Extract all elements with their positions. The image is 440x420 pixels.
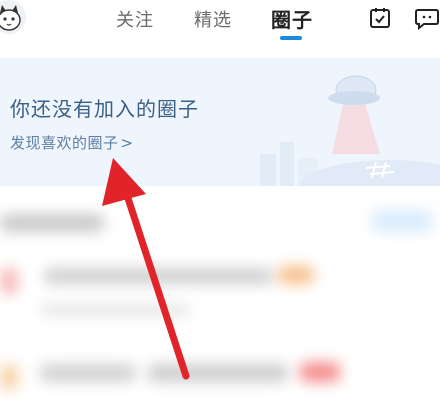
discover-circles-link-label: 发现喜欢的圈子 bbox=[10, 134, 119, 152]
banner-title: 你还没有加入的圈子 bbox=[10, 97, 199, 121]
blurred-line bbox=[148, 364, 288, 382]
blurred-feed bbox=[0, 186, 440, 420]
cat-avatar-icon[interactable] bbox=[0, 0, 26, 34]
blurred-thumb bbox=[0, 364, 18, 390]
discover-circles-link[interactable]: 发现喜欢的圈子 > bbox=[10, 132, 134, 153]
tab-circles[interactable]: 圈子 bbox=[271, 4, 313, 33]
top-nav-bar: 关注 精选 圈子 bbox=[0, 0, 440, 48]
ufo-illustration bbox=[240, 58, 440, 212]
chevron-right-icon: > bbox=[120, 134, 134, 152]
blurred-thumb bbox=[0, 268, 18, 294]
no-circles-banner: 你还没有加入的圈子 发现喜欢的圈子 > bbox=[0, 58, 440, 212]
blurred-line bbox=[44, 268, 272, 284]
tab-follow[interactable]: 关注 bbox=[116, 6, 154, 32]
calendar-check-icon[interactable] bbox=[368, 6, 392, 30]
blurred-tag bbox=[300, 362, 340, 382]
active-tab-indicator bbox=[280, 36, 302, 40]
blurred-tag bbox=[278, 266, 314, 284]
message-bubble-icon[interactable] bbox=[414, 6, 439, 31]
blurred-button bbox=[372, 210, 432, 232]
blurred-line bbox=[40, 304, 190, 316]
blurred-section-title bbox=[0, 214, 104, 232]
tab-featured[interactable]: 精选 bbox=[194, 6, 232, 32]
blurred-line bbox=[40, 364, 136, 382]
